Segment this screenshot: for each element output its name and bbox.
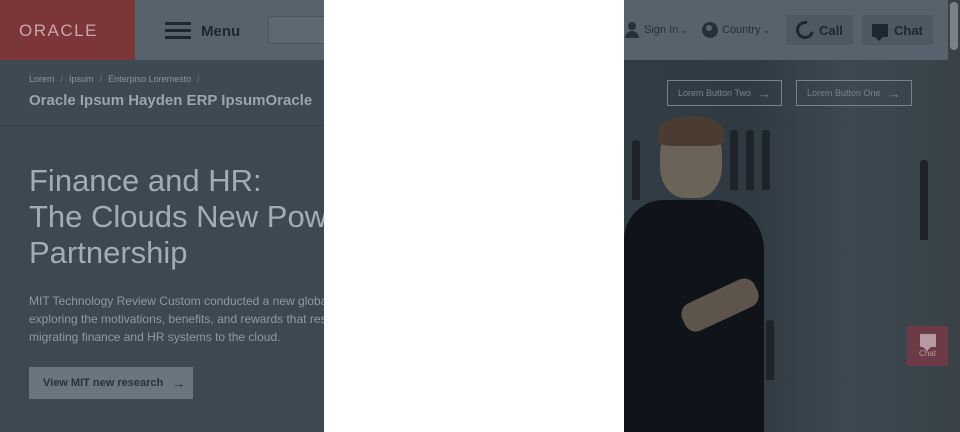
chevron-down-icon: ⌄: [680, 24, 688, 35]
sign-in-label: Sign In: [644, 24, 679, 36]
hero-heading-line: Partnership: [29, 235, 188, 270]
floating-chat-button[interactable]: Chat: [907, 326, 948, 366]
chat-button[interactable]: Chat: [862, 15, 933, 45]
lorem-button-one[interactable]: Lorem Button One →: [796, 80, 912, 106]
hero-description: MIT Technology Review Custom conducted a…: [29, 292, 329, 346]
page-scrollbar[interactable]: [948, 0, 960, 432]
country-label: Country: [722, 24, 761, 36]
arrow-right-icon: →: [887, 85, 901, 101]
hero-description-line: MIT Technology Review Custom conducted a…: [29, 294, 329, 308]
person-icon: [624, 22, 640, 38]
hero-heading-line: The Clouds New Power: [29, 199, 329, 234]
call-button[interactable]: Call: [786, 15, 853, 45]
phone-icon: [792, 17, 818, 43]
hero-heading-line: Finance and HR:: [29, 163, 262, 198]
logo-text: ORACLE: [19, 21, 98, 40]
hero-description-line: exploring the motivations, benefits, and…: [29, 312, 327, 326]
chat-icon: [919, 334, 936, 351]
hero-description-line: migrating finance and HR systems to the …: [29, 330, 281, 344]
oracle-logo[interactable]: ORACLE: [0, 0, 135, 60]
globe-icon: [702, 22, 718, 38]
view-research-label: View MIT new research: [43, 377, 164, 389]
call-label: Call: [819, 22, 843, 38]
chat-icon: [872, 23, 888, 41]
lorem-button-two[interactable]: Lorem Button Two →: [667, 80, 782, 106]
hamburger-icon: [165, 22, 191, 40]
menu-label: Menu: [201, 22, 241, 40]
lorem-button-two-label: Lorem Button Two: [678, 88, 751, 98]
chevron-down-icon: ⌄: [762, 24, 771, 35]
country-selector[interactable]: Country ⌄: [702, 22, 770, 38]
lorem-button-one-label: Lorem Button One: [807, 88, 881, 98]
sign-in-link[interactable]: Sign In ⌄: [624, 22, 688, 38]
hero-heading: Finance and HR: The Clouds New Power Par…: [29, 163, 329, 271]
arrow-right-icon: →: [757, 85, 771, 101]
breadcrumb: Lorem / Ipsum / Enterpiso Loremesto /: [29, 74, 200, 84]
breadcrumb-link[interactable]: Ipsum: [69, 74, 94, 84]
breadcrumb-link[interactable]: Enterpiso Loremesto: [108, 74, 191, 84]
hero-image: [620, 60, 948, 432]
breadcrumb-link[interactable]: Lorem: [29, 74, 55, 84]
view-research-button[interactable]: View MIT new research →: [29, 367, 193, 399]
modal-dialog: [324, 0, 624, 432]
chat-label: Chat: [894, 22, 923, 38]
page-title: Oracle Ipsum Hayden ERP IpsumOracle: [29, 92, 313, 109]
menu-button[interactable]: Menu: [165, 20, 240, 42]
arrow-right-icon: →: [171, 375, 186, 391]
scrollbar-thumb[interactable]: [950, 2, 958, 50]
